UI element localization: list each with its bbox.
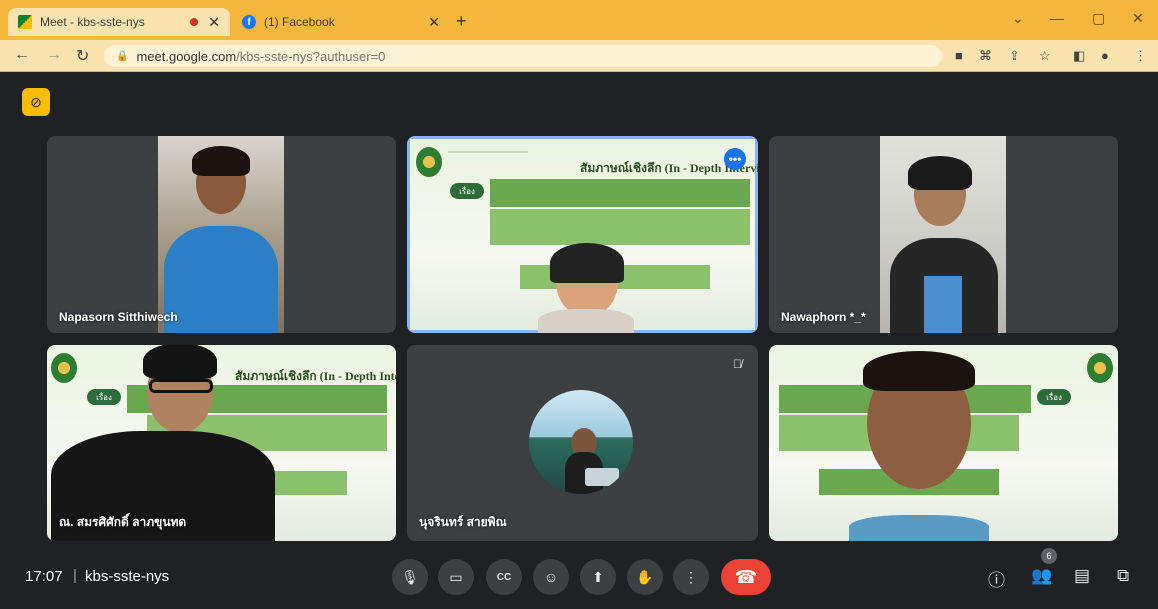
lock-icon: 🔒 xyxy=(116,50,129,62)
captions-icon: CC xyxy=(496,571,512,583)
end-call-icon: ☎ xyxy=(734,566,758,587)
meeting-control-bar: 17:07 | kbs-sste-nys 🎙 ▭ CC ☺ ⬆ ✋ ⋮ ☎ ⓘ … xyxy=(0,548,1158,609)
divider: | xyxy=(73,567,77,584)
participant-name: Napasorn Sitthiwech xyxy=(59,310,178,324)
activities-icon: ⧉ xyxy=(1117,566,1130,585)
close-icon[interactable]: ✕ xyxy=(428,14,440,31)
captions-button[interactable]: CC xyxy=(486,559,522,595)
video-feed xyxy=(158,136,284,333)
presenter-video xyxy=(530,243,640,333)
browser-tab-bar: Meet - kbs-sste-nys ✕ f (1) Facebook ✕ +… xyxy=(0,0,1158,40)
share-icon[interactable]: ⇪ xyxy=(1009,48,1020,64)
chevron-down-icon[interactable]: ⌄ xyxy=(1012,10,1024,27)
profile-avatar[interactable]: ● xyxy=(1101,48,1109,63)
avatar xyxy=(529,390,633,494)
meeting-clock: 17:07 xyxy=(25,568,63,585)
info-icon: ⓘ xyxy=(988,571,1005,590)
people-button[interactable]: 👥 xyxy=(1031,566,1052,586)
new-tab-button[interactable]: + xyxy=(456,11,467,32)
tab-title: (1) Facebook xyxy=(264,15,335,29)
url-path: /kbs-sste-nys?authuser=0 xyxy=(236,48,386,64)
meeting-code: kbs-sste-nys xyxy=(85,568,170,585)
video-feed xyxy=(880,136,1006,333)
tab-title: Meet - kbs-sste-nys xyxy=(40,15,145,29)
participant-tile[interactable]: เรื่อง xyxy=(769,345,1118,541)
reload-button[interactable]: ↻ xyxy=(76,46,89,66)
forward-button[interactable]: → xyxy=(46,46,62,64)
side-panel-icon[interactable]: ◧ xyxy=(1073,48,1085,64)
participant-tile[interactable]: Napasorn Sitthiwech xyxy=(47,136,396,333)
more-options-icon[interactable]: ••• xyxy=(724,148,746,170)
participant-name: นุจรินทร์ สายพิณ xyxy=(419,515,507,529)
participant-name: Nawaphorn *_* xyxy=(781,310,866,324)
participant-tile[interactable]: สัมภาษณ์เชิงลึก (In - Depth Interview) เ… xyxy=(407,136,758,333)
participant-tile[interactable]: Nawaphorn *_* xyxy=(769,136,1118,333)
emoji-icon: ☺ xyxy=(543,569,559,585)
more-vert-icon: ⋮ xyxy=(684,568,698,585)
tab-facebook[interactable]: f (1) Facebook ✕ xyxy=(232,8,450,36)
camera-in-use-icon[interactable]: ■ xyxy=(955,48,963,63)
raise-hand-button[interactable]: ✋ xyxy=(627,559,663,595)
more-options-button[interactable]: ⋮ xyxy=(673,559,709,595)
mic-button[interactable]: 🎙 xyxy=(392,559,428,595)
minimize-button[interactable]: — xyxy=(1050,10,1064,26)
slide-pill: เรื่อง xyxy=(1037,389,1071,405)
camera-off-indicator-icon[interactable]: ⊘ xyxy=(22,88,50,116)
address-bar-row: ← → ↻ 🔒 meet.google.com/kbs-sste-nys?aut… xyxy=(0,40,1158,72)
menu-dots-icon[interactable]: ⋮ xyxy=(1134,48,1147,64)
video-feed: เรื่อง xyxy=(769,345,1118,541)
shared-slide: สัมภาษณ์เชิงลึก (In - Depth Interview) เ… xyxy=(410,139,758,333)
present-button[interactable]: ⬆ xyxy=(580,559,616,595)
video-icon: ▭ xyxy=(449,568,463,585)
reactions-button[interactable]: ☺ xyxy=(533,559,569,595)
translate-icon[interactable]: ⌘ xyxy=(979,48,992,64)
meeting-info-button[interactable]: ⓘ xyxy=(988,566,1005,591)
tab-meet[interactable]: Meet - kbs-sste-nys ✕ xyxy=(8,8,230,36)
url-host: meet.google.com xyxy=(136,48,237,64)
close-icon[interactable]: ✕ xyxy=(208,14,220,31)
restore-button[interactable]: ▢ xyxy=(1092,10,1105,27)
recording-icon xyxy=(190,18,199,26)
mic-off-icon: 🎙̸ xyxy=(733,357,742,371)
star-icon[interactable]: ☆ xyxy=(1039,48,1051,64)
chat-icon: ▤ xyxy=(1074,566,1091,585)
url-field[interactable]: 🔒 meet.google.com/kbs-sste-nys?authuser=… xyxy=(104,45,942,67)
people-icon: 👥 xyxy=(1031,566,1053,585)
camera-button[interactable]: ▭ xyxy=(438,559,474,595)
slide-pill: เรื่อง xyxy=(450,183,484,199)
participant-tile[interactable]: 🎙̸ นุจรินทร์ สายพิณ xyxy=(407,345,758,541)
video-feed: สัมภาษณ์เชิงลึก (In - Depth Interview) เ… xyxy=(47,345,396,541)
chat-button[interactable]: ▤ xyxy=(1074,566,1090,586)
mic-icon: 🎙 xyxy=(401,568,419,585)
back-button[interactable]: ← xyxy=(14,46,30,64)
leave-call-button[interactable]: ☎ xyxy=(721,559,771,595)
participant-tile[interactable]: สัมภาษณ์เชิงลึก (In - Depth Interview) เ… xyxy=(47,345,396,541)
participant-name: ณ. สมรศิศักดิ์ ลาภขุนทด xyxy=(59,515,187,529)
meet-icon xyxy=(18,15,32,29)
participant-count-badge: 6 xyxy=(1041,548,1057,564)
activities-button[interactable]: ⧉ xyxy=(1117,566,1129,586)
facebook-icon: f xyxy=(242,15,256,29)
present-screen-icon: ⬆ xyxy=(592,568,604,585)
hand-icon: ✋ xyxy=(636,568,654,585)
close-window-button[interactable]: ✕ xyxy=(1132,10,1144,27)
